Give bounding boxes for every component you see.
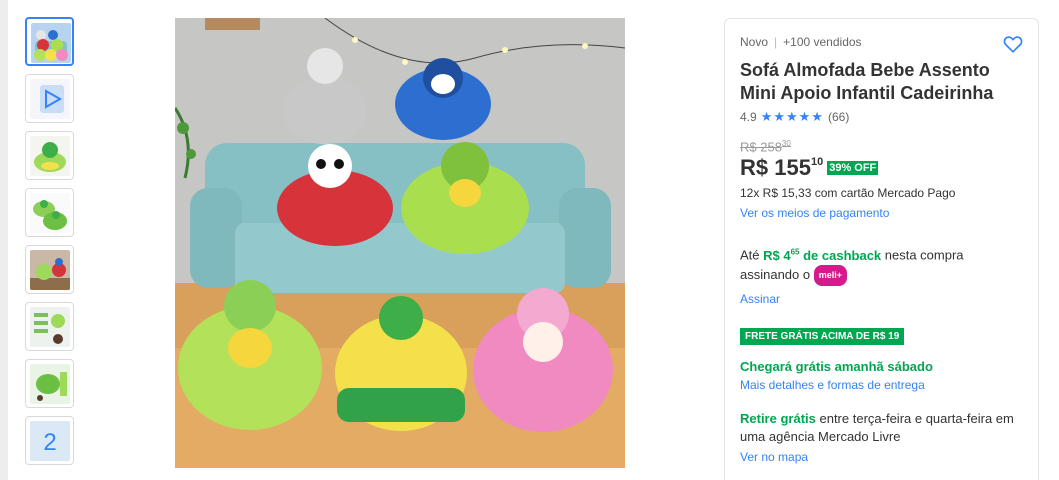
subtitle-separator: | [774,35,778,49]
condition-label: Novo [740,35,769,49]
green-seats-thumb-image [30,193,70,233]
thumb-number-label: 2 [43,429,56,456]
rating-row[interactable]: 4.9 ★★★★★ (66) [740,109,1023,125]
thumbnail-video[interactable] [25,74,74,123]
cashback-amount: R$ 465 de cashback [763,247,882,263]
map-link[interactable]: Ver no mapa [740,450,808,464]
meli-plus-badge: meli+ [813,264,847,286]
video-thumb-image [30,79,70,119]
dimensions-thumb-image [30,364,70,404]
heart-icon[interactable] [1002,33,1024,55]
product-title: Sofá Almofada Bebe Assento Mini Apoio In… [740,60,994,103]
free-shipping-badge: FRETE GRÁTIS ACIMA DE R$ 19 [740,327,905,345]
pickup-highlight: Retire grátis [740,410,816,426]
page-left-edge [0,0,8,480]
thumbnail-7[interactable] [25,359,74,408]
cashback-amount-integer: R$ 4 [763,247,791,263]
rating-value: 4.9 [740,110,757,124]
payment-methods-link[interactable]: Ver os meios de pagamento [740,206,889,220]
cashback-amount-cents: 65 [790,247,800,257]
cashback-label: de cashback [799,247,882,263]
arrival-text: Chegará grátis amanhã sábado [740,358,933,374]
old-price: R$ 25830 [740,139,1023,154]
thumbnail-1[interactable] [25,17,74,66]
details-thumb-image [30,307,70,347]
room-thumb-image [30,250,70,290]
discount-badge: 39% OFF [827,161,879,176]
price-row: R$ 15510 39% OFF [740,155,1023,181]
old-price-cents: 30 [781,139,791,148]
green-seat-thumb-image [30,136,70,176]
thumbnail-3[interactable] [25,131,74,180]
seats-group-thumb-image [31,23,71,63]
current-price: R$ 15510 [740,155,823,181]
thumbnail-list: 2 [25,17,76,473]
thumbnail-8[interactable]: 2 [25,416,74,465]
price-cents: 10 [810,156,824,168]
review-count[interactable]: (66) [828,110,849,124]
thumbnail-5[interactable] [25,245,74,294]
old-price-integer: R$ 258 [740,139,782,155]
thumbnail-4[interactable] [25,188,74,237]
thumbnail-6[interactable] [25,302,74,351]
buy-box: Novo | +100 vendidos Sofá Almofada Bebe … [724,18,1039,480]
cashback-text: Até R$ 465 de cashback nesta compra assi… [740,242,1023,286]
product-photo [175,18,625,468]
installments-text: 12x R$ 15,33 com cartão Mercado Pago [740,186,956,201]
cashback-prefix: Até [740,247,764,263]
subscribe-link[interactable]: Assinar [740,292,780,306]
product-subtitle: Novo | +100 vendidos [740,35,1023,49]
star-rating-icon: ★★★★★ [760,109,824,124]
number-thumb-image: 2 [30,421,70,461]
price-integer: R$ 155 [740,155,811,181]
delivery-details-link[interactable]: Mais detalhes e formas de entrega [740,378,925,392]
product-main-image[interactable] [175,18,625,468]
pickup-text: Retire grátis entre terça-feira e quarta… [740,410,1023,446]
sold-count: +100 vendidos [783,35,862,49]
